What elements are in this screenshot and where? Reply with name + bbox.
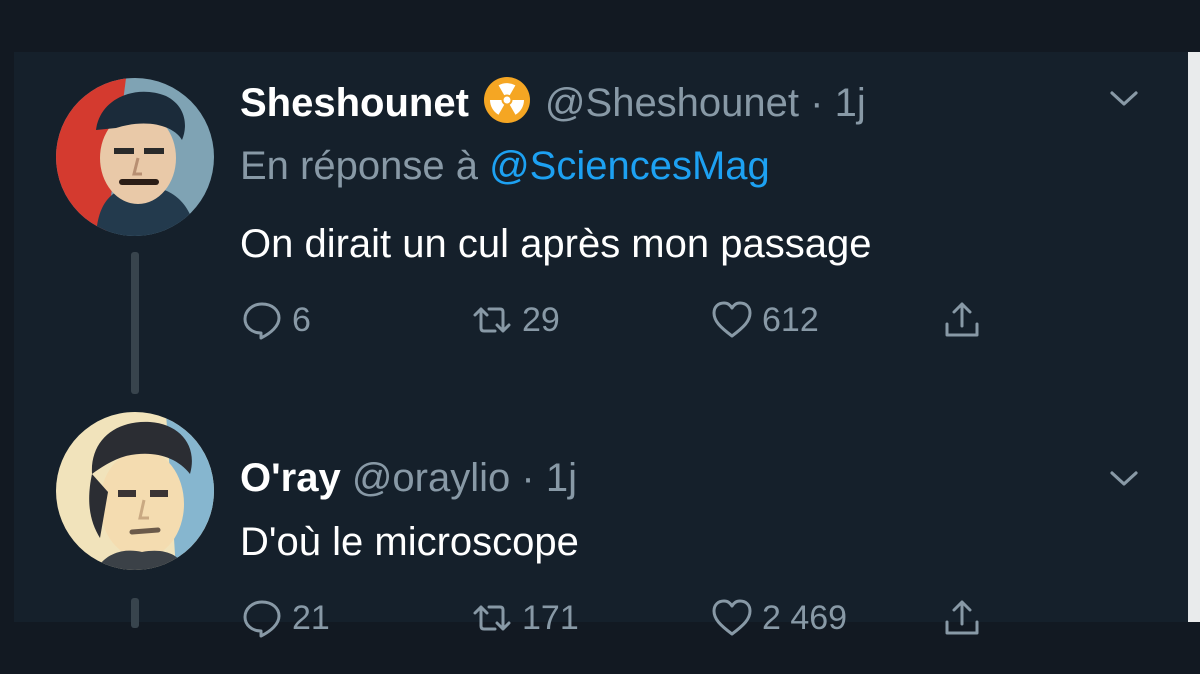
- like-button[interactable]: 612: [710, 296, 819, 344]
- share-icon: [945, 600, 979, 635]
- reply-mention-link[interactable]: @SciencesMag: [489, 144, 770, 188]
- like-count: 2 469: [762, 598, 848, 637]
- reply-context-label: En réponse à: [240, 144, 478, 188]
- retweet-icon: [473, 307, 511, 333]
- timestamp[interactable]: 1j: [546, 456, 577, 500]
- tweet[interactable]: O'ray @oraylio · 1j D'où le microscope 2…: [14, 400, 1188, 638]
- retweet-count: 171: [522, 598, 579, 637]
- share-button[interactable]: [940, 296, 992, 344]
- handle[interactable]: @Sheshounet: [545, 81, 799, 125]
- chevron-down-icon[interactable]: [1104, 78, 1144, 118]
- tweet-actions: 6 29 612: [240, 296, 1020, 344]
- avatar[interactable]: [56, 78, 214, 236]
- thread-line: [131, 252, 139, 394]
- window-edge: [1188, 52, 1200, 622]
- separator: ·: [810, 81, 824, 125]
- chevron-down-icon[interactable]: [1104, 458, 1144, 498]
- reply-icon: [243, 600, 281, 638]
- share-button[interactable]: [940, 594, 992, 642]
- tweet-actions: 21 171 2 469: [240, 594, 1020, 642]
- reply-context: En réponse à @SciencesMag: [240, 142, 770, 190]
- reply-icon: [243, 302, 281, 340]
- heart-icon: [712, 599, 752, 636]
- reply-button[interactable]: 21: [240, 594, 330, 642]
- tweet[interactable]: Sheshounet @Sheshounet · 1j En réponse à…: [14, 52, 1188, 394]
- avatar[interactable]: [56, 412, 214, 570]
- heart-icon: [712, 301, 752, 338]
- retweet-button[interactable]: 171: [470, 594, 579, 642]
- reply-count: 6: [292, 300, 311, 339]
- timestamp[interactable]: 1j: [835, 81, 866, 125]
- retweet-count: 29: [522, 300, 560, 339]
- reply-count: 21: [292, 598, 330, 637]
- display-name[interactable]: Sheshounet: [240, 81, 469, 125]
- separator: ·: [521, 456, 535, 500]
- reply-button[interactable]: 6: [240, 296, 311, 344]
- share-icon: [945, 302, 979, 337]
- like-button[interactable]: 2 469: [710, 594, 847, 642]
- display-name[interactable]: O'ray: [240, 456, 341, 500]
- retweet-icon: [473, 605, 511, 631]
- tweet-header: O'ray @oraylio · 1j: [240, 454, 577, 502]
- timeline: Sheshounet @Sheshounet · 1j En réponse à…: [14, 52, 1188, 638]
- radioactive-icon: [483, 77, 530, 123]
- retweet-button[interactable]: 29: [470, 296, 560, 344]
- thread-line: [131, 598, 139, 628]
- tweet-header: Sheshounet @Sheshounet · 1j: [240, 76, 866, 127]
- like-count: 612: [762, 300, 819, 339]
- tweet-text: D'où le microscope: [240, 520, 579, 564]
- handle[interactable]: @oraylio: [352, 456, 510, 500]
- screenshot-frame: Sheshounet @Sheshounet · 1j En réponse à…: [0, 0, 1200, 674]
- tweet-text: On dirait un cul après mon passage: [240, 222, 872, 266]
